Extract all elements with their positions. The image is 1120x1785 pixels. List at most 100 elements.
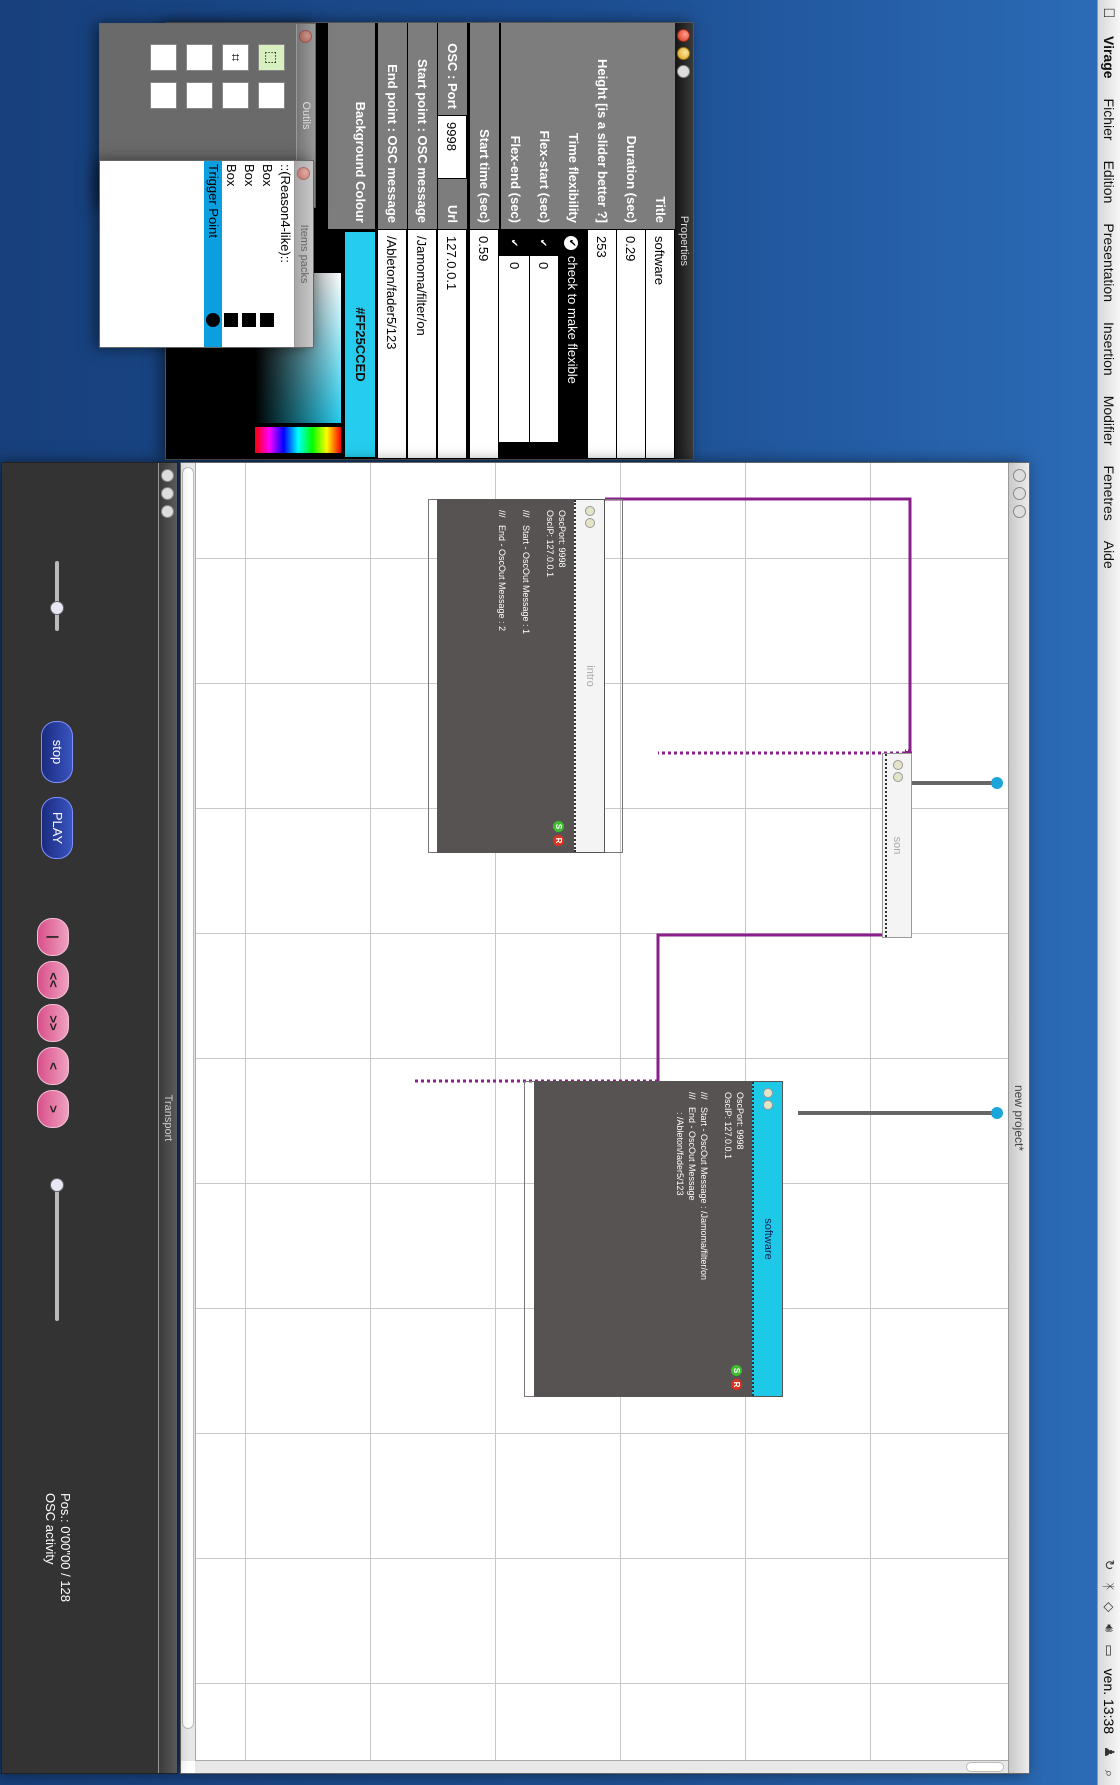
property-label: Title bbox=[645, 23, 675, 229]
transport-zoom-button[interactable] bbox=[161, 505, 174, 518]
minimize-button[interactable] bbox=[677, 47, 690, 60]
box-son-collapse-icon[interactable] bbox=[893, 760, 903, 770]
project-close-button[interactable] bbox=[1013, 469, 1026, 482]
items-pack-row[interactable]: Trigger Point bbox=[204, 161, 222, 347]
tool-slot-8[interactable] bbox=[150, 82, 177, 109]
items-close-button[interactable] bbox=[297, 167, 310, 180]
speed-slider[interactable] bbox=[55, 561, 59, 631]
box-software-r-button[interactable]: R bbox=[731, 1379, 742, 1390]
property-value[interactable]: 0 bbox=[499, 256, 529, 442]
box-son-expand-icon[interactable] bbox=[893, 772, 903, 782]
box-intro-r-button[interactable]: R bbox=[553, 835, 564, 846]
user-icon[interactable]: ♟ bbox=[1101, 1746, 1117, 1758]
step-back-button[interactable]: < bbox=[37, 1047, 69, 1085]
tool-slot-7[interactable] bbox=[186, 82, 213, 109]
rewind-start-button[interactable]: | bbox=[37, 918, 69, 956]
menu-edition[interactable]: Edition bbox=[1101, 151, 1117, 214]
position-slider[interactable] bbox=[55, 1181, 59, 1321]
items-pack-row[interactable]: Box bbox=[222, 161, 240, 347]
box-intro-expand-icon[interactable] bbox=[585, 518, 595, 528]
menu-fenetres[interactable]: Fenetres bbox=[1101, 455, 1117, 530]
speed-slider-knob[interactable] bbox=[50, 601, 64, 615]
items-packs-titlebar[interactable]: Items packs bbox=[294, 161, 313, 347]
apple-menu-icon[interactable]:  bbox=[1101, 0, 1118, 26]
box-intro-s-button[interactable]: S bbox=[553, 821, 564, 832]
play-button[interactable]: PLAY bbox=[41, 797, 73, 859]
step-forward-button[interactable]: > bbox=[37, 1090, 69, 1128]
osc-port-input[interactable]: 9998 bbox=[437, 115, 467, 179]
end-osc-input[interactable]: /Ableton/fader5/123 bbox=[377, 229, 407, 459]
menu-virage[interactable]: Virage bbox=[1101, 26, 1117, 89]
project-zoom-button[interactable] bbox=[1013, 505, 1026, 518]
transport-minimize-button[interactable] bbox=[161, 487, 174, 500]
menu-insertion[interactable]: Insertion bbox=[1101, 312, 1117, 386]
properties-titlebar[interactable]: Properties bbox=[674, 23, 693, 459]
url-input[interactable]: 127.0.0.1 bbox=[437, 229, 467, 459]
trigger-point-2[interactable] bbox=[991, 1107, 1003, 1119]
box-intro-header[interactable]: intro bbox=[574, 500, 604, 852]
hue-strip[interactable] bbox=[255, 427, 341, 453]
transport-titlebar[interactable]: Transport bbox=[158, 463, 177, 1773]
trigger-point-1[interactable] bbox=[991, 777, 1003, 789]
box-software-header[interactable]: software bbox=[752, 1082, 782, 1396]
tool-slot-4[interactable] bbox=[150, 44, 177, 71]
box-software-expand-icon[interactable] bbox=[763, 1100, 773, 1110]
zoom-button[interactable] bbox=[677, 65, 690, 78]
property-value-input[interactable]: software bbox=[645, 229, 675, 459]
tool-slot-3[interactable] bbox=[186, 44, 213, 71]
checkmark-icon[interactable]: ✔ bbox=[564, 236, 579, 250]
fast-forward-button[interactable]: >> bbox=[37, 1004, 69, 1042]
box-intro-collapse-icon[interactable] bbox=[585, 506, 595, 516]
stop-button[interactable]: stop bbox=[41, 721, 73, 783]
horizontal-scroll-thumb[interactable] bbox=[182, 467, 194, 1729]
start-osc-input[interactable]: /Jamoma/filter/on bbox=[407, 229, 437, 459]
checkmark-icon[interactable]: ✔ bbox=[535, 236, 550, 250]
project-titlebar[interactable]: new project* bbox=[1008, 463, 1029, 1773]
timeline-canvas[interactable]: intro OscPort: 9998 OscIP: 127.0.0.1 ///… bbox=[195, 463, 1008, 1761]
spotlight-icon[interactable]: ⌕ bbox=[1101, 1770, 1117, 1777]
wifi-icon[interactable]: ◇ bbox=[1101, 1602, 1117, 1612]
property-value[interactable]: 0 bbox=[528, 256, 558, 442]
osc-row: OSC : Port 9998 Url 127.0.0.1 bbox=[437, 23, 467, 459]
menu-presentation[interactable]: Presentation bbox=[1101, 213, 1117, 312]
volume-icon[interactable]: 🔊︎ bbox=[1101, 1624, 1117, 1632]
transport-close-button[interactable] bbox=[161, 469, 174, 482]
horizontal-scrollbar[interactable] bbox=[181, 463, 196, 1761]
items-pack-row[interactable]: Box bbox=[258, 161, 276, 347]
end-osc-label: End point : OSC message bbox=[377, 23, 407, 229]
menu-fichier[interactable]: Fichier bbox=[1101, 89, 1117, 151]
box-software[interactable]: software OscPort: 9998 OscIP: 127.0.0.1 … bbox=[534, 1081, 783, 1397]
fast-rewind-button[interactable]: << bbox=[37, 961, 69, 999]
vertical-scroll-thumb[interactable] bbox=[966, 1762, 1004, 1772]
close-button[interactable] bbox=[677, 29, 690, 42]
battery-icon[interactable]: ▭ bbox=[1101, 1644, 1117, 1656]
items-pack-row[interactable]: Box bbox=[240, 161, 258, 347]
menu-modifier[interactable]: Modifier bbox=[1101, 386, 1117, 456]
box-intro[interactable]: intro OscPort: 9998 OscIP: 127.0.0.1 ///… bbox=[437, 499, 605, 853]
menu-clock[interactable]: ven. 13:38 bbox=[1101, 1669, 1117, 1734]
checkmark-icon[interactable]: ✔ bbox=[506, 236, 521, 250]
vertical-scrollbar[interactable] bbox=[195, 1760, 1008, 1773]
project-minimize-button[interactable] bbox=[1013, 487, 1026, 500]
tool-slot-6[interactable] bbox=[222, 82, 249, 109]
bluetooth-icon[interactable]: ᛡ bbox=[1102, 1582, 1117, 1590]
box-software-collapse-icon[interactable] bbox=[763, 1088, 773, 1098]
colour-swatch[interactable]: #FF25CCED bbox=[345, 232, 375, 457]
position-slider-knob[interactable] bbox=[50, 1178, 64, 1192]
flex-checkbox-field[interactable]: ✔0 bbox=[499, 229, 530, 459]
property-row: Time flexibility ✔ check to make flexible bbox=[558, 23, 588, 459]
property-value-input[interactable]: 0.29 bbox=[616, 229, 646, 459]
property-value-input[interactable]: 253 bbox=[587, 229, 617, 459]
tool-slot-5[interactable] bbox=[258, 82, 285, 109]
box-son[interactable]: son bbox=[882, 753, 912, 938]
menu-aide[interactable]: Aide bbox=[1101, 531, 1117, 579]
crop-tool-icon[interactable]: ⌗ bbox=[222, 44, 249, 71]
box-software-s-button[interactable]: S bbox=[731, 1365, 742, 1376]
flex-checkbox-field[interactable]: ✔ check to make flexible bbox=[558, 229, 588, 459]
property-value-input[interactable]: 0.59 bbox=[469, 229, 499, 459]
selection-tool-icon[interactable]: ⬚ bbox=[258, 44, 285, 71]
items-pack-row[interactable]: ::(Reason4-like):: bbox=[276, 161, 294, 347]
sync-icon[interactable]: ↻ bbox=[1101, 1559, 1117, 1570]
outils-close-button[interactable] bbox=[299, 30, 312, 43]
flex-checkbox-field[interactable]: ✔0 bbox=[528, 229, 559, 459]
